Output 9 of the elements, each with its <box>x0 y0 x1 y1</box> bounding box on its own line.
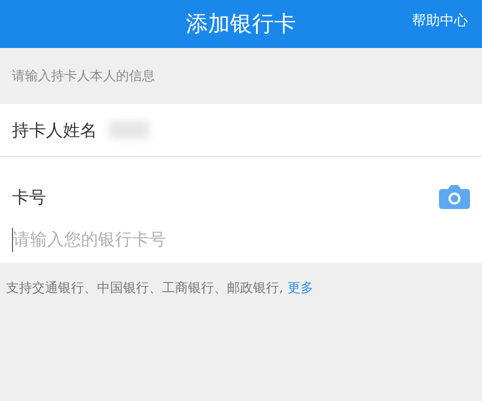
section-hint: 请输入持卡人本人的信息 <box>12 68 155 85</box>
support-note: 支持交通银行、中国银行、工商银行、邮政银行, 更多 <box>6 281 314 296</box>
card-number-label: 卡号 <box>12 186 46 208</box>
help-link[interactable]: 帮助中心 <box>412 12 468 30</box>
more-link[interactable]: 更多 <box>287 281 314 296</box>
camera-icon[interactable] <box>439 184 470 210</box>
page-title: 添加银行卡 <box>186 11 296 39</box>
name-label: 持卡人姓名 <box>12 120 97 142</box>
card-number-input[interactable]: 请输入您的银行卡号 <box>12 228 453 252</box>
